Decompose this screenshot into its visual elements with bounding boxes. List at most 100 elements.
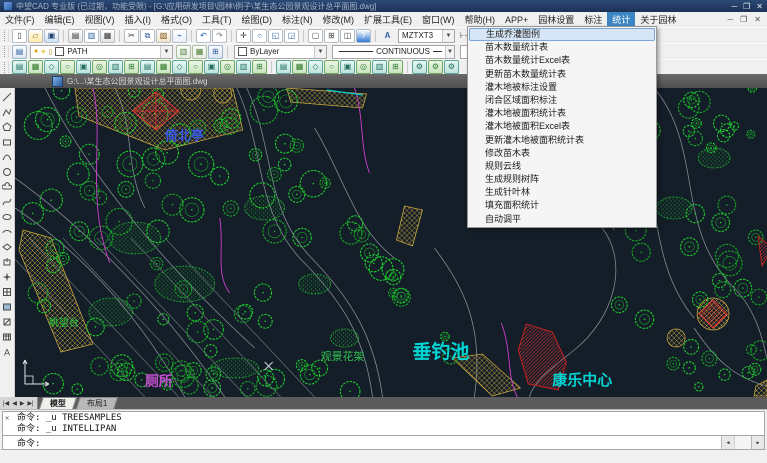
dropdown-item-修改苗木表[interactable]: 修改苗木表 bbox=[469, 147, 655, 160]
garden-tree-array-icon[interactable]: ▣ bbox=[204, 60, 219, 74]
chevron-down-icon[interactable]: ▼ bbox=[314, 46, 326, 58]
dropdown-item-生成针叶林[interactable]: 生成针叶林 bbox=[469, 186, 655, 199]
insert-block-icon[interactable] bbox=[0, 240, 14, 254]
toolbar-grip[interactable] bbox=[4, 62, 9, 73]
doc-close-button[interactable]: ✕ bbox=[754, 15, 761, 24]
dropdown-item-自动调平[interactable]: 自动调平 bbox=[469, 213, 655, 226]
paste-icon[interactable]: ▧ bbox=[156, 29, 171, 43]
zoom-realtime-icon[interactable]: ○ bbox=[252, 29, 267, 43]
minimize-button[interactable]: ─ bbox=[731, 2, 737, 11]
layer-manager-icon[interactable]: ▤ bbox=[12, 45, 27, 59]
garden-area-table-icon[interactable]: ⊞ bbox=[124, 60, 139, 74]
scroll-track[interactable] bbox=[734, 436, 751, 449]
open-folder-icon[interactable]: ▱ bbox=[28, 29, 43, 43]
garden-update-icon[interactable]: ▣ bbox=[76, 60, 91, 74]
dropdown-item-闭合区域面积标注[interactable]: 闭合区域面积标注 bbox=[469, 94, 655, 107]
garden-area-label-icon[interactable]: ▥ bbox=[108, 60, 123, 74]
tab-model[interactable]: 模型 bbox=[39, 397, 77, 409]
scroll-right-icon[interactable]: ▶ bbox=[751, 436, 764, 449]
copy-icon[interactable]: ⧉ bbox=[140, 29, 155, 43]
polygon-icon[interactable] bbox=[0, 120, 14, 134]
doc-restore-button[interactable]: ❐ bbox=[740, 15, 747, 24]
help-icon[interactable]: ? bbox=[356, 29, 371, 43]
garden-update-area-icon[interactable]: ▦ bbox=[156, 60, 171, 74]
menu-item-工具T[interactable]: 工具(T) bbox=[197, 12, 237, 27]
tab-nav-last-icon[interactable]: ▶| bbox=[26, 400, 34, 407]
text-style-icon[interactable]: A bbox=[380, 29, 395, 43]
menu-item-格式O[interactable]: 格式(O) bbox=[156, 12, 197, 27]
menu-item-园林设置[interactable]: 园林设置 bbox=[533, 12, 579, 27]
doc-minimize-button[interactable]: ─ bbox=[727, 15, 733, 24]
toolbar-grip[interactable] bbox=[4, 46, 9, 57]
region-icon[interactable] bbox=[0, 315, 14, 329]
dropdown-item-灌木地被面积统计表[interactable]: 灌木地被面积统计表 bbox=[469, 107, 655, 120]
spline-icon[interactable] bbox=[0, 195, 14, 209]
garden-tree-count-icon[interactable]: ◇ bbox=[44, 60, 59, 74]
tab-nav-prev-icon[interactable]: ◀ bbox=[11, 400, 18, 407]
restore-button[interactable]: ❐ bbox=[743, 2, 750, 11]
text-style-combo[interactable]: MZTXT3 ▼ bbox=[398, 29, 455, 43]
garden-edit-icon[interactable]: ◇ bbox=[172, 60, 187, 74]
hatch-icon[interactable] bbox=[0, 285, 14, 299]
garden-search-icon[interactable]: ○ bbox=[324, 60, 339, 74]
print-preview-icon[interactable]: ▥ bbox=[84, 29, 99, 43]
menu-item-扩展工具E[interactable]: 扩展工具(E) bbox=[359, 12, 417, 27]
about-gear-icon[interactable]: ⚙ bbox=[444, 60, 459, 74]
chevron-down-icon[interactable]: ▼ bbox=[442, 30, 454, 42]
gradient-icon[interactable] bbox=[0, 300, 14, 314]
command-input-row[interactable]: 命令: ◀ ▶ bbox=[2, 436, 765, 450]
dropdown-item-更新苗木数量统计表[interactable]: 更新苗木数量统计表 bbox=[469, 68, 655, 81]
pan-icon[interactable]: ✛ bbox=[236, 29, 251, 43]
mtext-icon[interactable]: A bbox=[0, 345, 14, 359]
print-icon[interactable]: ▤ bbox=[68, 29, 83, 43]
tab-nav-first-icon[interactable]: |◀ bbox=[2, 400, 10, 407]
menu-item-APP+[interactable]: APP+ bbox=[500, 14, 533, 26]
garden-conifer-icon[interactable]: ◎ bbox=[220, 60, 235, 74]
dropdown-item-更新灌木地被面积统计表[interactable]: 更新灌木地被面积统计表 bbox=[469, 134, 655, 147]
arc-icon[interactable] bbox=[0, 150, 14, 164]
tab-nav-next-icon[interactable]: ▶ bbox=[19, 400, 26, 407]
ellipse-arc-icon[interactable] bbox=[0, 225, 14, 239]
viewport-single-icon[interactable]: ▢ bbox=[308, 29, 323, 43]
color-combo[interactable]: ByLayer ▼ bbox=[234, 45, 327, 59]
dropdown-item-灌木地被面积Excel表[interactable]: 灌木地被面积Excel表 bbox=[469, 120, 655, 133]
rectangle-icon[interactable] bbox=[0, 135, 14, 149]
new-file-icon[interactable]: ▯ bbox=[12, 29, 27, 43]
command-history[interactable]: ✕ 命令: _u TREESAMPLES命令: _u INTELLIPAN bbox=[2, 411, 765, 436]
garden-clock-icon[interactable]: ▣ bbox=[340, 60, 355, 74]
revision-cloud-icon[interactable] bbox=[0, 180, 14, 194]
scroll-left-icon[interactable]: ◀ bbox=[721, 436, 734, 449]
menu-item-窗口W[interactable]: 窗口(W) bbox=[417, 12, 460, 27]
menu-item-文件F[interactable]: 文件(F) bbox=[0, 12, 40, 27]
menu-item-编辑E[interactable]: 编辑(E) bbox=[40, 12, 80, 27]
chevron-down-icon[interactable]: ▼ bbox=[445, 46, 454, 58]
garden-globe-icon[interactable]: ◎ bbox=[356, 60, 371, 74]
garden-fill-stat-icon[interactable]: ▥ bbox=[236, 60, 251, 74]
menu-item-标注[interactable]: 标注 bbox=[579, 12, 607, 27]
garden-tree-excel-icon[interactable]: ○ bbox=[60, 60, 75, 74]
garden-table-icon[interactable]: ▦ bbox=[28, 60, 43, 74]
redo-icon[interactable]: ↷ bbox=[212, 29, 227, 43]
close-button[interactable]: ✕ bbox=[756, 2, 763, 11]
dropdown-item-灌木地被标注设置[interactable]: 灌木地被标注设置 bbox=[469, 81, 655, 94]
chevron-down-icon[interactable]: ▼ bbox=[160, 46, 172, 58]
garden-legend-icon[interactable]: ▤ bbox=[12, 60, 27, 74]
config-gear-icon[interactable]: ⚙ bbox=[428, 60, 443, 74]
close-icon[interactable]: ✕ bbox=[5, 413, 9, 424]
undo-icon[interactable]: ↶ bbox=[196, 29, 211, 43]
table-icon[interactable] bbox=[0, 330, 14, 344]
layer-previous-icon[interactable]: ▥ bbox=[176, 45, 191, 59]
dropdown-item-苗木数量统计表[interactable]: 苗木数量统计表 bbox=[469, 41, 655, 54]
menu-item-统计[interactable]: 统计 bbox=[607, 12, 635, 27]
menu-item-帮助H[interactable]: 帮助(H) bbox=[460, 12, 501, 27]
ellipse-icon[interactable] bbox=[0, 210, 14, 224]
dropdown-item-生成规则树阵[interactable]: 生成规则树阵 bbox=[469, 173, 655, 186]
dropdown-item-生成乔灌图例[interactable]: 生成乔灌图例 bbox=[469, 28, 655, 41]
settings-gear-icon[interactable]: ⚙ bbox=[412, 60, 427, 74]
garden-shrub-label-icon[interactable]: ◎ bbox=[92, 60, 107, 74]
toolbar-grip[interactable] bbox=[4, 30, 9, 41]
garden-level-icon[interactable]: ⊞ bbox=[252, 60, 267, 74]
menu-item-关于园林[interactable]: 关于园林 bbox=[635, 12, 681, 27]
save-icon[interactable]: ▣ bbox=[44, 29, 59, 43]
layer-states-icon[interactable]: ▦ bbox=[192, 45, 207, 59]
